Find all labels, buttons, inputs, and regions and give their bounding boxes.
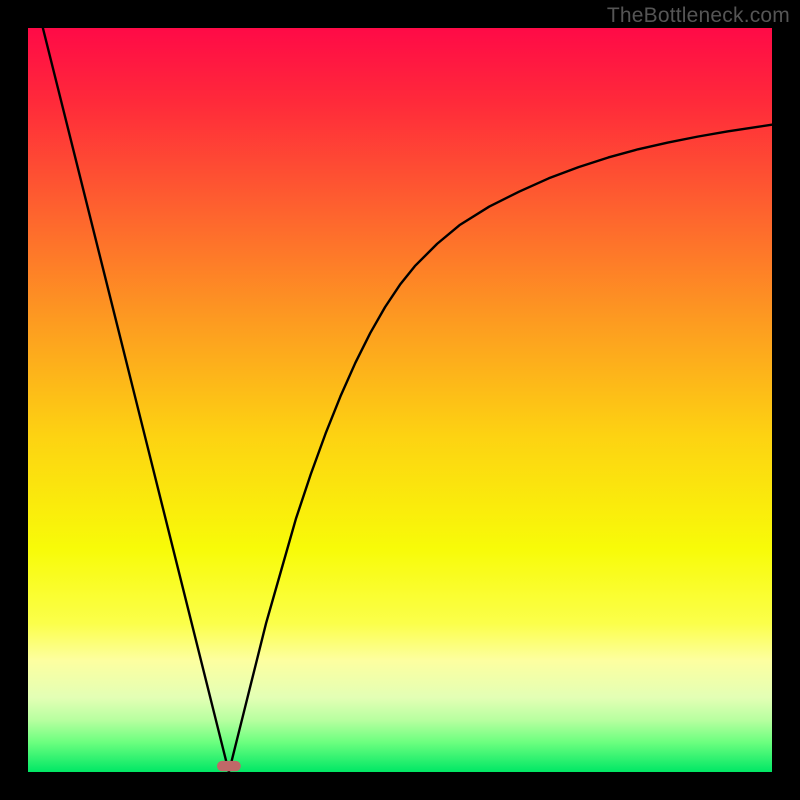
chart-frame: TheBottleneck.com — [0, 0, 800, 800]
chart-background — [28, 28, 772, 772]
chart-plot — [28, 28, 772, 772]
watermark-text: TheBottleneck.com — [607, 4, 790, 28]
minimum-marker — [217, 761, 241, 771]
